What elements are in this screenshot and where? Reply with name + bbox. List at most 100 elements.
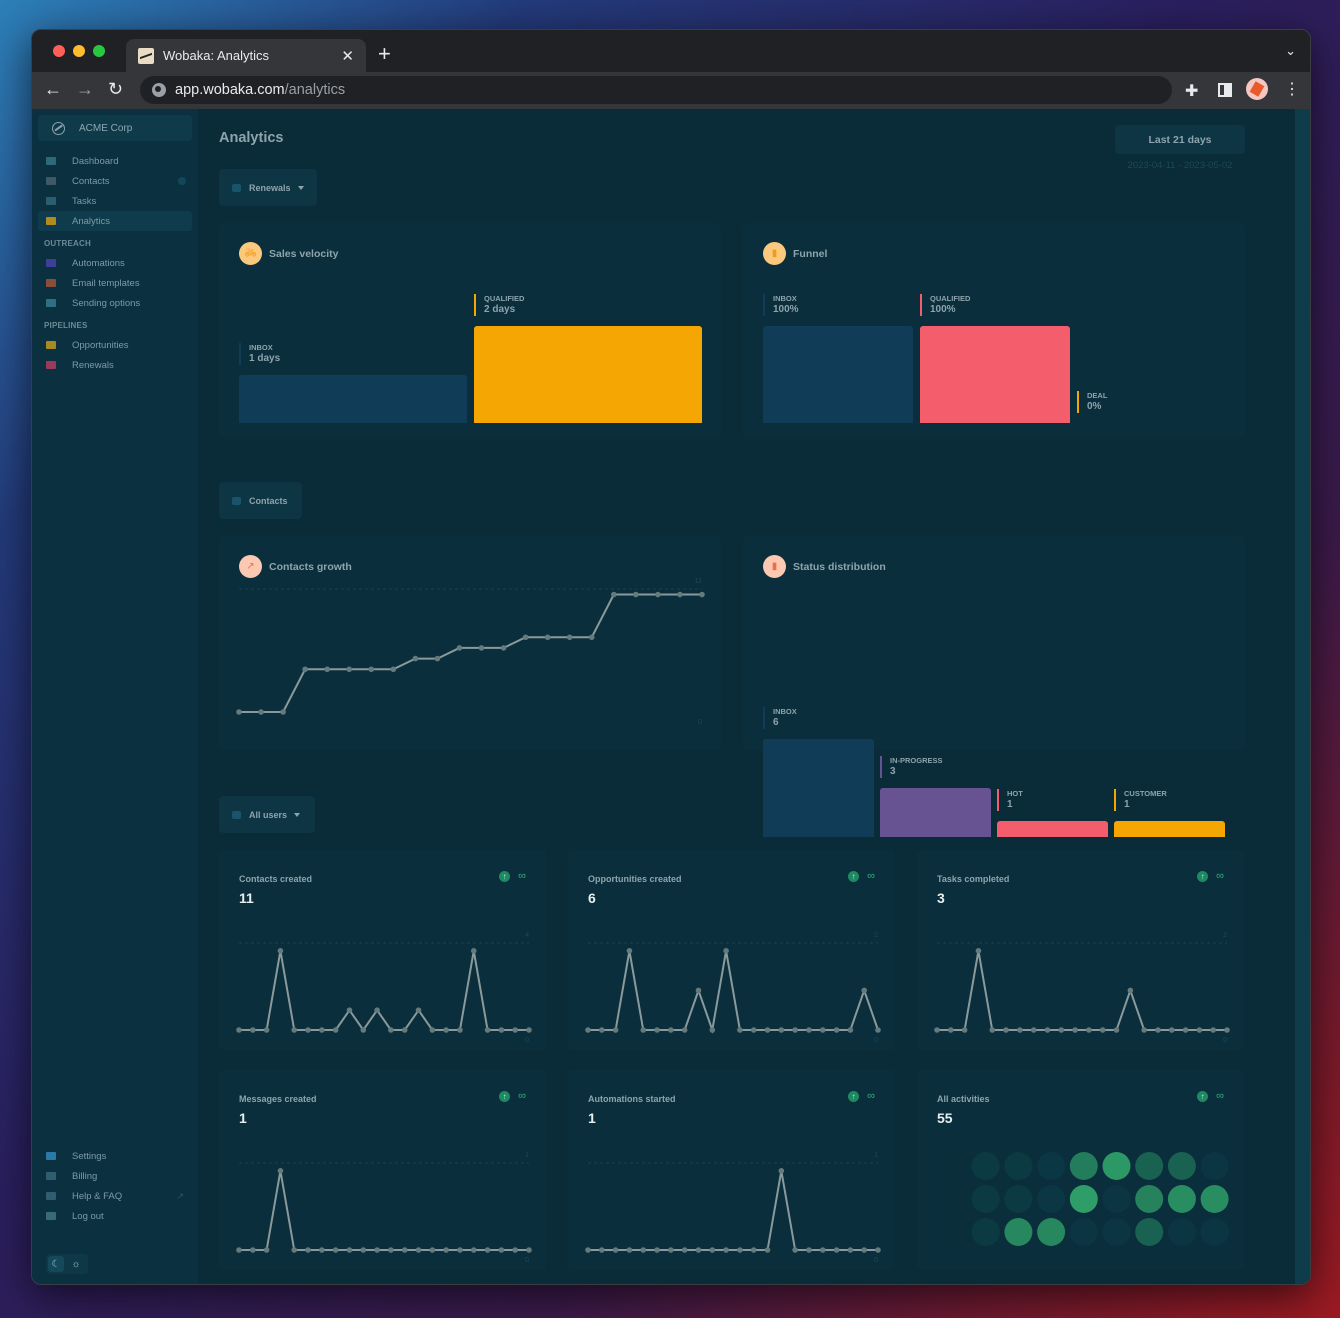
heatmap-cell[interactable] (1004, 1152, 1033, 1180)
data-point[interactable] (737, 1247, 743, 1253)
data-point[interactable] (374, 1007, 380, 1014)
data-point[interactable] (723, 948, 729, 954)
heatmap-cell[interactable] (1200, 1185, 1229, 1213)
bar-qualified[interactable] (474, 326, 702, 423)
data-point[interactable] (833, 1027, 840, 1033)
data-point[interactable] (806, 1247, 812, 1253)
add-contact-icon[interactable] (178, 177, 186, 185)
data-point[interactable] (302, 666, 308, 673)
sidebar-item-sending-options[interactable]: Sending options (38, 293, 192, 313)
data-point[interactable] (1196, 1027, 1203, 1033)
close-tab-icon[interactable]: ✕ (341, 47, 354, 65)
data-point[interactable] (585, 1027, 591, 1033)
data-point[interactable] (1099, 1027, 1106, 1033)
data-point[interactable] (1155, 1027, 1161, 1033)
data-point[interactable] (847, 1027, 854, 1033)
data-point[interactable] (1113, 1027, 1120, 1033)
data-point[interactable] (429, 1027, 436, 1033)
data-point[interactable] (250, 1027, 256, 1033)
data-point[interactable] (626, 948, 633, 954)
heatmap-cell[interactable] (1167, 1152, 1196, 1180)
close-window-button[interactable] (53, 45, 65, 57)
kebab-menu-icon[interactable]: ⋮ (1284, 79, 1300, 99)
data-point[interactable] (236, 1247, 242, 1253)
data-point[interactable] (626, 1247, 633, 1253)
data-point[interactable] (1141, 1027, 1147, 1033)
sidebar-item-analytics[interactable]: Analytics (38, 211, 192, 231)
data-point[interactable] (695, 987, 702, 994)
data-point[interactable] (434, 655, 441, 662)
site-info-globe-icon[interactable] (152, 83, 166, 97)
heatmap-cell[interactable] (1167, 1185, 1196, 1213)
data-point[interactable] (277, 948, 284, 954)
data-point[interactable] (640, 1247, 647, 1253)
data-point[interactable] (640, 1027, 647, 1033)
data-point[interactable] (681, 1027, 688, 1033)
data-point[interactable] (819, 1027, 826, 1033)
data-point[interactable] (457, 1247, 463, 1253)
data-point[interactable] (388, 1027, 394, 1033)
sidebar-item-contacts[interactable]: Contacts (38, 171, 192, 191)
data-point[interactable] (500, 645, 507, 651)
data-point[interactable] (401, 1027, 408, 1033)
data-point[interactable] (750, 1247, 757, 1253)
minimize-window-button[interactable] (73, 45, 85, 57)
data-point[interactable] (861, 987, 867, 994)
forward-arrow-icon[interactable]: → (76, 79, 94, 100)
bar-inbox[interactable] (239, 374, 467, 423)
pipeline-filter-dropdown[interactable]: Renewals (219, 169, 317, 206)
users-filter-dropdown[interactable]: All users (219, 796, 315, 833)
data-point[interactable] (443, 1247, 449, 1253)
sun-icon[interactable]: ☼ (68, 1256, 84, 1272)
sidebar-item-opportunities[interactable]: Opportunities (38, 335, 192, 355)
data-point[interactable] (806, 1027, 812, 1033)
data-point[interactable] (599, 1247, 605, 1253)
data-point[interactable] (1168, 1027, 1175, 1033)
back-arrow-icon[interactable]: ← (44, 79, 62, 100)
bar-qualified[interactable] (920, 326, 1070, 423)
data-point[interactable] (526, 1247, 532, 1253)
data-point[interactable] (792, 1247, 798, 1253)
data-point[interactable] (847, 1247, 854, 1253)
heatmap-cell[interactable] (939, 1152, 967, 1180)
heatmap-cell[interactable] (1102, 1218, 1131, 1246)
data-point[interactable] (250, 1247, 256, 1253)
data-point[interactable] (544, 634, 551, 641)
data-point[interactable] (368, 666, 375, 673)
data-point[interactable] (324, 666, 330, 673)
page-scrollbar[interactable] (1295, 109, 1310, 1284)
bar-inbox[interactable] (763, 326, 913, 423)
data-point[interactable] (612, 1247, 619, 1253)
data-point[interactable] (456, 645, 463, 651)
heatmap-cell[interactable] (1037, 1218, 1066, 1246)
data-point[interactable] (654, 1247, 660, 1253)
data-point[interactable] (360, 1027, 367, 1033)
sidebar-item-billing[interactable]: Billing (38, 1166, 192, 1186)
data-point[interactable] (390, 666, 397, 673)
date-range-button[interactable]: Last 21 days (1115, 125, 1245, 154)
data-point[interactable] (612, 1027, 619, 1033)
heatmap-cell[interactable] (1200, 1152, 1229, 1180)
data-point[interactable] (961, 1027, 968, 1033)
data-point[interactable] (263, 1027, 270, 1033)
data-point[interactable] (512, 1027, 518, 1033)
data-point[interactable] (677, 591, 683, 598)
side-panel-icon[interactable] (1218, 83, 1232, 97)
data-point[interactable] (1058, 1027, 1065, 1033)
data-point[interactable] (412, 655, 419, 662)
heatmap-cell[interactable] (1200, 1218, 1229, 1246)
data-point[interactable] (1224, 1027, 1230, 1033)
sidebar-item-renewals[interactable]: Renewals (38, 355, 192, 375)
data-point[interactable] (737, 1027, 743, 1033)
data-point[interactable] (478, 645, 485, 651)
heatmap-cell[interactable] (1037, 1152, 1066, 1180)
data-point[interactable] (655, 591, 661, 598)
data-point[interactable] (699, 591, 705, 598)
data-point[interactable] (374, 1247, 380, 1253)
data-point[interactable] (305, 1027, 311, 1033)
data-point[interactable] (668, 1027, 674, 1033)
data-point[interactable] (566, 634, 573, 641)
data-point[interactable] (668, 1247, 674, 1253)
heatmap-cell[interactable] (1135, 1152, 1164, 1180)
data-point[interactable] (263, 1247, 270, 1253)
